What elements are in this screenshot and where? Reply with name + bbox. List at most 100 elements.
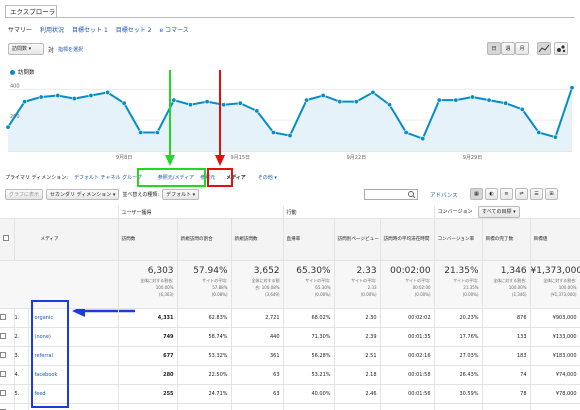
- row-cell: 00:00:17: [380, 403, 435, 410]
- data-point[interactable]: [304, 97, 310, 103]
- col-avg-duration[interactable]: 訪問時の平均滞在時間: [380, 218, 435, 261]
- data-point[interactable]: [270, 129, 276, 135]
- row-checkbox[interactable]: [0, 371, 6, 377]
- data-point[interactable]: [503, 100, 509, 106]
- data-point[interactable]: [254, 108, 260, 114]
- highlight-box-red: [207, 168, 233, 187]
- motion-chart-icon[interactable]: [554, 42, 568, 55]
- row-checkbox[interactable]: [0, 352, 6, 358]
- data-point[interactable]: [22, 99, 28, 105]
- row-cell: 11: [118, 403, 178, 410]
- period-day-button[interactable]: 日: [487, 42, 501, 55]
- group-conversion-label: コンバージョン: [437, 209, 473, 215]
- table-row: 5. feed 255 24.71% 63 40.00% 2.46 00:01:56 30.59…: [0, 384, 580, 404]
- subtab-ecommerce[interactable]: e コマース: [160, 25, 189, 34]
- sort-select[interactable]: デフォルト ▾: [162, 189, 200, 200]
- data-point[interactable]: [154, 129, 160, 135]
- data-point[interactable]: [420, 136, 426, 142]
- subtab-goal-set-1[interactable]: 目標セット 1: [72, 25, 108, 34]
- data-point[interactable]: [552, 134, 558, 140]
- col-goal-value[interactable]: 目標値: [530, 218, 580, 261]
- row-checkbox[interactable]: [0, 314, 6, 320]
- total-subtext: サイトの平均:: [202, 278, 228, 283]
- data-point[interactable]: [337, 99, 343, 105]
- total-cell: 65.30% サイトの平均: 65.30% (0.00%): [283, 260, 335, 309]
- total-subtext: 57.88%: [212, 285, 228, 290]
- total-subtext: (0.00%): [314, 292, 331, 297]
- col-conversion-rate[interactable]: コンバージョン率: [434, 218, 483, 261]
- pie-view-icon[interactable]: ◐: [485, 188, 498, 200]
- data-point[interactable]: [469, 94, 475, 100]
- col-goal-completions[interactable]: 目標の完了数: [482, 218, 531, 261]
- pivot-view-icon[interactable]: ⊞: [545, 188, 558, 200]
- dim-default-channel[interactable]: デフォルト チャネル グループ: [74, 174, 142, 181]
- data-point[interactable]: [88, 92, 94, 98]
- row-checkbox[interactable]: [0, 333, 6, 339]
- col-pages-per-visit[interactable]: 訪問別ページビュー: [334, 218, 381, 261]
- data-point[interactable]: [204, 99, 210, 105]
- table-view-icon[interactable]: ▦: [470, 188, 483, 200]
- data-point[interactable]: [187, 102, 193, 108]
- data-point[interactable]: [519, 106, 525, 112]
- subtab-usage[interactable]: 利用状況: [40, 25, 64, 34]
- subtab-goal-set-2[interactable]: 目標セット 2: [116, 25, 152, 34]
- select-all-checkbox[interactable]: [3, 235, 9, 241]
- subtab-summary[interactable]: サマリー: [8, 25, 32, 34]
- total-subtext: 21.35%: [463, 285, 479, 290]
- search-input[interactable]: [364, 189, 418, 200]
- data-point[interactable]: [55, 92, 61, 98]
- period-week-button[interactable]: 週: [501, 42, 515, 55]
- row-checkbox-cell: [0, 403, 15, 410]
- compare-view-icon[interactable]: ⇌: [515, 188, 528, 200]
- bar-view-icon[interactable]: ≡: [500, 188, 513, 200]
- line-chart-icon[interactable]: [537, 42, 551, 55]
- total-cell: 1,346 全体に対する割合: 100.00% (1,346): [482, 260, 531, 309]
- data-point[interactable]: [221, 102, 227, 108]
- data-point[interactable]: [105, 89, 111, 95]
- data-point[interactable]: [387, 102, 393, 108]
- row-cell: 255: [118, 384, 178, 404]
- data-point[interactable]: [5, 124, 11, 130]
- col-medium[interactable]: メディア: [14, 218, 119, 261]
- data-point[interactable]: [171, 97, 177, 103]
- row-cell: 1.91: [334, 403, 381, 410]
- data-point[interactable]: [403, 129, 409, 135]
- data-point[interactable]: [370, 89, 376, 95]
- col-bounce-rate[interactable]: 直帰率: [283, 218, 335, 261]
- advanced-filter-link[interactable]: アドバンス: [430, 191, 458, 199]
- row-checkbox-cell: [0, 384, 15, 404]
- line-chart: 400 200 9月8日 9月15日 9月22日 9月29日: [5, 83, 575, 161]
- row-cell: 00:02:16: [380, 346, 435, 366]
- secondary-dimension-select[interactable]: セカンダリ ディメンション ▾: [46, 189, 120, 200]
- data-point[interactable]: [353, 99, 359, 105]
- data-point[interactable]: [453, 97, 459, 103]
- data-point[interactable]: [71, 96, 77, 102]
- dim-other[interactable]: その他 ▾: [258, 174, 277, 181]
- row-cell: 2.18: [334, 365, 381, 385]
- col-new-visit-rate[interactable]: 新規訪問の割合: [177, 218, 232, 261]
- data-point[interactable]: [320, 92, 326, 98]
- data-point[interactable]: [121, 100, 127, 106]
- col-new-visits[interactable]: 新規訪問数: [231, 218, 284, 261]
- col-visits[interactable]: 訪問数: [118, 218, 178, 261]
- data-point[interactable]: [138, 129, 144, 135]
- data-point[interactable]: [237, 100, 243, 106]
- column-header-row: メディア 訪問数 新規訪問の割合 新規訪問数 直帰率 訪問別ページビュー 訪問時…: [0, 218, 580, 261]
- data-point[interactable]: [486, 97, 492, 103]
- row-checkbox[interactable]: [0, 390, 6, 396]
- data-point[interactable]: [436, 97, 442, 103]
- data-point[interactable]: [287, 133, 293, 139]
- row-cell: 2,721: [231, 308, 284, 328]
- data-point[interactable]: [536, 129, 542, 135]
- pick-metric-link[interactable]: 指標を選択: [58, 46, 83, 53]
- row-index: 5.: [14, 384, 29, 404]
- data-point[interactable]: [569, 85, 575, 91]
- data-point[interactable]: [38, 94, 44, 100]
- plot-rows-button[interactable]: グラフに表示: [5, 189, 44, 200]
- term-cloud-icon[interactable]: ☰: [530, 188, 543, 200]
- row-cell: 30.59%: [434, 384, 483, 404]
- metric-select[interactable]: 訪問数 ▾: [8, 43, 44, 55]
- row-cell: 18.18%: [434, 403, 483, 410]
- period-month-button[interactable]: 月: [515, 42, 529, 55]
- goal-select[interactable]: すべての目標 ▾: [478, 206, 520, 218]
